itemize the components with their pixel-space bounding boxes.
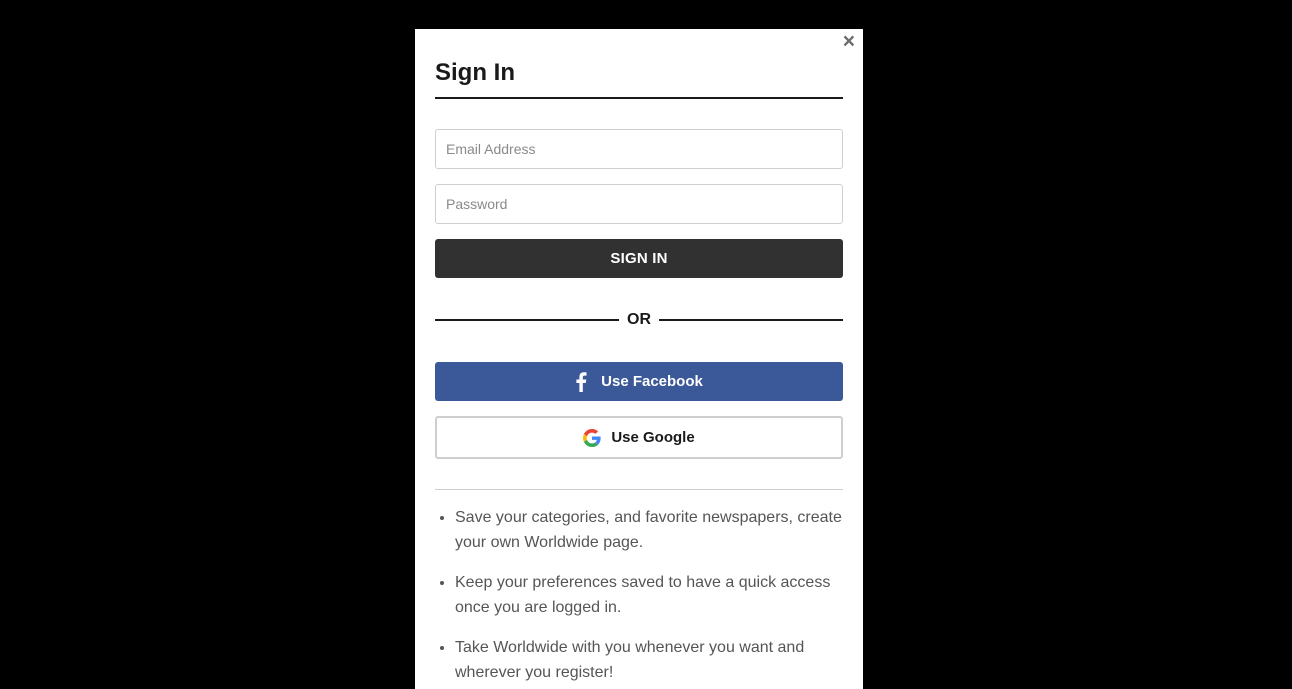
or-line-left — [435, 319, 619, 321]
facebook-icon — [575, 371, 587, 392]
sign-in-modal: × Sign In SIGN IN OR Use Facebook Use Go… — [415, 29, 863, 689]
close-icon[interactable]: × — [843, 31, 855, 53]
title-underline — [435, 97, 843, 99]
or-separator: OR — [435, 311, 843, 329]
or-line-right — [659, 319, 843, 321]
facebook-button-label: Use Facebook — [601, 373, 703, 390]
or-label: OR — [627, 311, 651, 328]
google-login-button[interactable]: Use Google — [435, 416, 843, 459]
benefits-list: Save your categories, and favorite newsp… — [435, 505, 843, 685]
google-icon — [583, 428, 601, 447]
google-button-label: Use Google — [611, 429, 695, 446]
list-item: Save your categories, and favorite newsp… — [455, 505, 843, 555]
list-item: Keep your preferences saved to have a qu… — [455, 570, 843, 620]
list-item: Take Worldwide with you whenever you wan… — [455, 635, 843, 685]
email-field[interactable] — [435, 129, 843, 169]
modal-title: Sign In — [435, 59, 515, 86]
facebook-login-button[interactable]: Use Facebook — [435, 362, 843, 401]
sign-in-button[interactable]: SIGN IN — [435, 239, 843, 278]
section-divider — [435, 489, 843, 490]
password-field[interactable] — [435, 184, 843, 224]
